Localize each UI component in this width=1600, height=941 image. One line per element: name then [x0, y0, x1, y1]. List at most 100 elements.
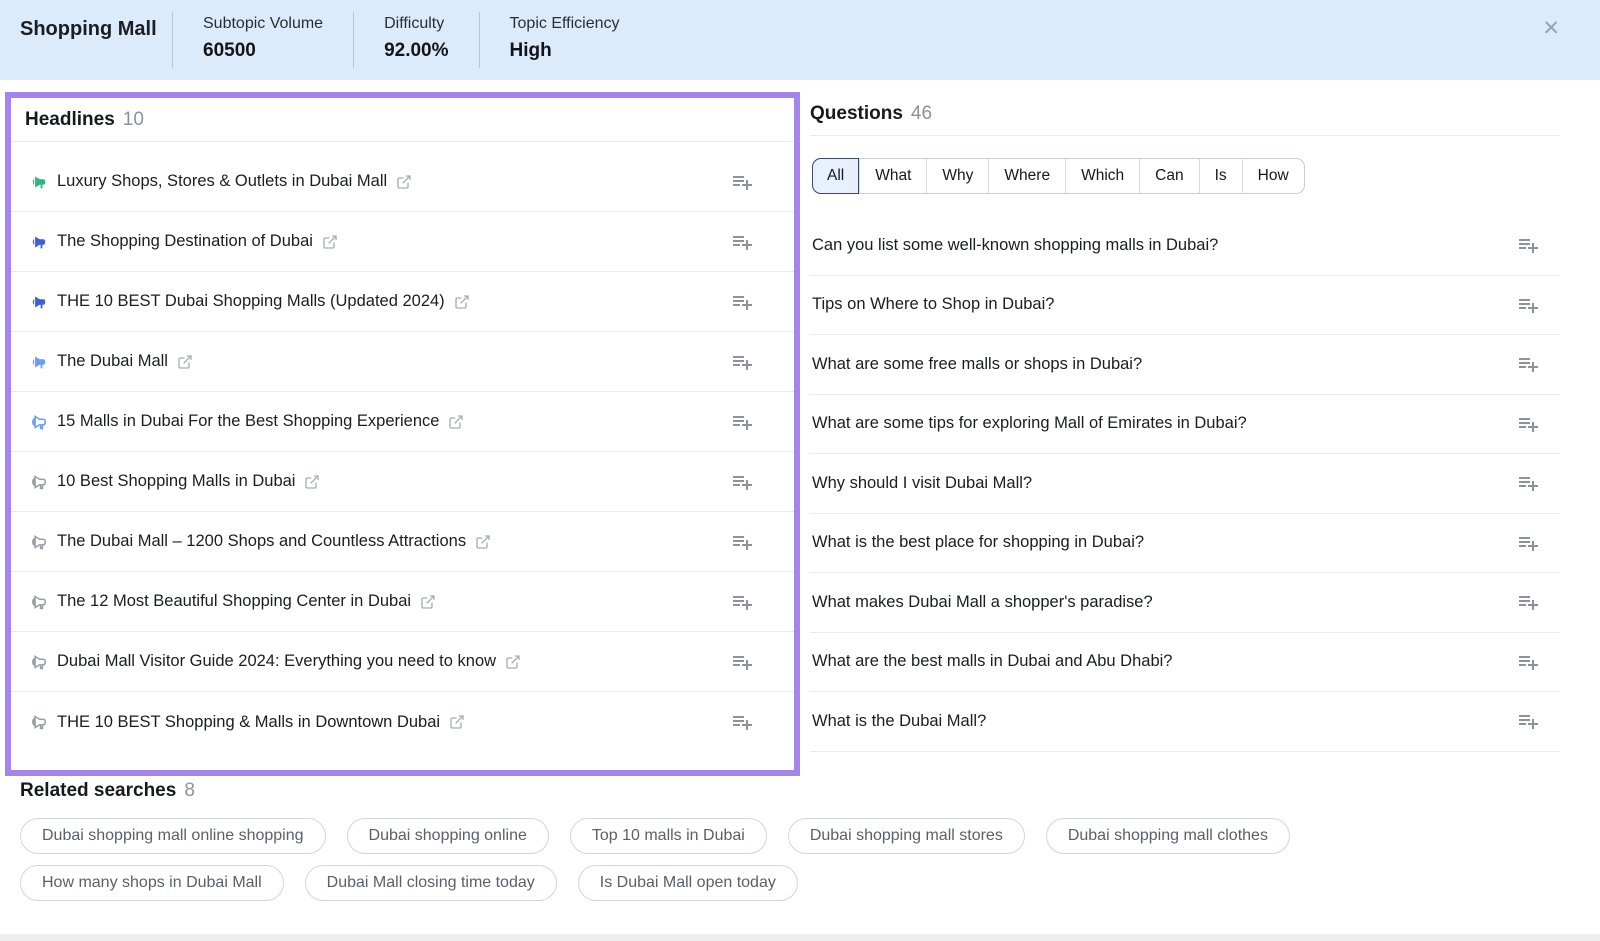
- stat-topic-efficiency: Topic Efficiency High: [480, 0, 650, 80]
- add-to-list-icon[interactable]: [1516, 293, 1540, 317]
- external-link-icon[interactable]: [420, 594, 436, 610]
- external-link-icon[interactable]: [396, 174, 412, 190]
- add-to-list-icon[interactable]: [730, 290, 754, 314]
- related-search-pill[interactable]: How many shops in Dubai Mall: [20, 865, 284, 901]
- question-row: What are some tips for exploring Mall of…: [810, 395, 1560, 455]
- add-to-list-icon[interactable]: [1516, 412, 1540, 436]
- add-to-list-icon[interactable]: [730, 350, 754, 374]
- headline-link[interactable]: THE 10 BEST Dubai Shopping Malls (Update…: [57, 292, 445, 311]
- headline-row: Luxury Shops, Stores & Outlets in Dubai …: [11, 152, 794, 212]
- related-search-pill[interactable]: Dubai shopping mall stores: [788, 818, 1025, 854]
- question-text: What is the Dubai Mall?: [812, 712, 986, 731]
- question-text: What is the best place for shopping in D…: [812, 533, 1144, 552]
- related-search-pill[interactable]: Dubai Mall closing time today: [305, 865, 557, 901]
- external-link-icon[interactable]: [449, 714, 465, 730]
- add-to-list-icon[interactable]: [1516, 471, 1540, 495]
- related-search-pill[interactable]: Dubai shopping mall clothes: [1046, 818, 1290, 854]
- stat-difficulty: Difficulty 92.00%: [354, 0, 478, 80]
- megaphone-icon: [25, 291, 47, 313]
- question-row: What is the best place for shopping in D…: [810, 514, 1560, 574]
- headline-row: The Dubai Mall: [11, 332, 794, 392]
- external-link-icon[interactable]: [322, 234, 338, 250]
- megaphone-icon: [25, 351, 47, 373]
- tab-all[interactable]: All: [812, 158, 859, 194]
- question-text: Why should I visit Dubai Mall?: [812, 474, 1032, 493]
- headline-link[interactable]: The 12 Most Beautiful Shopping Center in…: [57, 592, 411, 611]
- headline-link[interactable]: THE 10 BEST Shopping & Malls in Downtown…: [57, 713, 440, 732]
- stat-label: Subtopic Volume: [203, 15, 323, 33]
- question-text: Tips on Where to Shop in Dubai?: [812, 295, 1054, 314]
- question-filter-tabs: All What Why Where Which Can Is How: [812, 158, 1305, 194]
- related-title: Related searches: [20, 780, 176, 802]
- add-to-list-icon[interactable]: [1516, 233, 1540, 257]
- external-link-icon[interactable]: [475, 534, 491, 550]
- headline-link[interactable]: The Shopping Destination of Dubai: [57, 232, 313, 251]
- related-search-pill[interactable]: Dubai shopping online: [347, 818, 549, 854]
- headlines-panel: Headlines 10 Luxury Shops, Stores & Outl…: [5, 92, 800, 776]
- add-to-list-icon[interactable]: [1516, 709, 1540, 733]
- related-searches-section: Related searches 8 Dubai shopping mall o…: [0, 780, 1600, 901]
- questions-panel: Questions 46 All What Why Where Which Ca…: [810, 92, 1560, 776]
- topic-title: Shopping Mall: [0, 0, 172, 80]
- headline-link[interactable]: Luxury Shops, Stores & Outlets in Dubai …: [57, 172, 387, 191]
- megaphone-icon: [25, 531, 47, 553]
- close-icon[interactable]: ✕: [1542, 18, 1560, 39]
- megaphone-icon: [25, 411, 47, 433]
- add-to-list-icon[interactable]: [1516, 650, 1540, 674]
- headlines-count: 10: [123, 109, 144, 131]
- add-to-list-icon[interactable]: [1516, 531, 1540, 555]
- question-row: What makes Dubai Mall a shopper's paradi…: [810, 573, 1560, 633]
- add-to-list-icon[interactable]: [730, 470, 754, 494]
- tab-why[interactable]: Why: [926, 159, 988, 193]
- tab-where[interactable]: Where: [988, 159, 1065, 193]
- headline-link[interactable]: 10 Best Shopping Malls in Dubai: [57, 472, 295, 491]
- bottom-edge: [0, 934, 1600, 941]
- add-to-list-icon[interactable]: [1516, 352, 1540, 376]
- headline-link[interactable]: Dubai Mall Visitor Guide 2024: Everythin…: [57, 652, 496, 671]
- question-list: Can you list some well-known shopping ma…: [810, 216, 1560, 752]
- stat-value: High: [510, 40, 620, 62]
- megaphone-icon: [25, 651, 47, 673]
- add-to-list-icon[interactable]: [730, 410, 754, 434]
- headline-row: Dubai Mall Visitor Guide 2024: Everythin…: [11, 632, 794, 692]
- stat-label: Topic Efficiency: [510, 15, 620, 33]
- tab-how[interactable]: How: [1242, 159, 1304, 193]
- tab-is[interactable]: Is: [1199, 159, 1242, 193]
- add-to-list-icon[interactable]: [730, 650, 754, 674]
- tab-what[interactable]: What: [859, 159, 926, 193]
- external-link-icon[interactable]: [304, 474, 320, 490]
- external-link-icon[interactable]: [448, 414, 464, 430]
- add-to-list-icon[interactable]: [730, 530, 754, 554]
- tab-can[interactable]: Can: [1139, 159, 1198, 193]
- add-to-list-icon[interactable]: [730, 590, 754, 614]
- question-row: What is the Dubai Mall?: [810, 692, 1560, 752]
- related-search-pill[interactable]: Is Dubai Mall open today: [578, 865, 798, 901]
- headline-link[interactable]: The Dubai Mall: [57, 352, 168, 371]
- related-search-pill[interactable]: Top 10 malls in Dubai: [570, 818, 767, 854]
- headline-link[interactable]: The Dubai Mall – 1200 Shops and Countles…: [57, 532, 466, 551]
- headlines-title: Headlines: [25, 109, 115, 131]
- questions-header: Questions 46: [810, 92, 1560, 136]
- question-row: Why should I visit Dubai Mall?: [810, 454, 1560, 514]
- related-search-pill[interactable]: Dubai shopping mall online shopping: [20, 818, 326, 854]
- megaphone-icon: [25, 591, 47, 613]
- megaphone-icon: [25, 171, 47, 193]
- headline-link[interactable]: 15 Malls in Dubai For the Best Shopping …: [57, 412, 439, 431]
- question-row: What are some free malls or shops in Dub…: [810, 335, 1560, 395]
- related-count: 8: [184, 780, 195, 802]
- external-link-icon[interactable]: [177, 354, 193, 370]
- add-to-list-icon[interactable]: [730, 170, 754, 194]
- headlines-header: Headlines 10: [11, 98, 794, 142]
- megaphone-icon: [25, 471, 47, 493]
- headline-list: Luxury Shops, Stores & Outlets in Dubai …: [11, 142, 794, 752]
- tab-which[interactable]: Which: [1065, 159, 1139, 193]
- related-pill-list: Dubai shopping mall online shopping Duba…: [0, 818, 1450, 901]
- question-text: What are some tips for exploring Mall of…: [812, 414, 1247, 433]
- add-to-list-icon[interactable]: [1516, 590, 1540, 614]
- external-link-icon[interactable]: [454, 294, 470, 310]
- add-to-list-icon[interactable]: [730, 710, 754, 734]
- headline-row: THE 10 BEST Dubai Shopping Malls (Update…: [11, 272, 794, 332]
- add-to-list-icon[interactable]: [730, 230, 754, 254]
- external-link-icon[interactable]: [505, 654, 521, 670]
- question-row: Tips on Where to Shop in Dubai?: [810, 276, 1560, 336]
